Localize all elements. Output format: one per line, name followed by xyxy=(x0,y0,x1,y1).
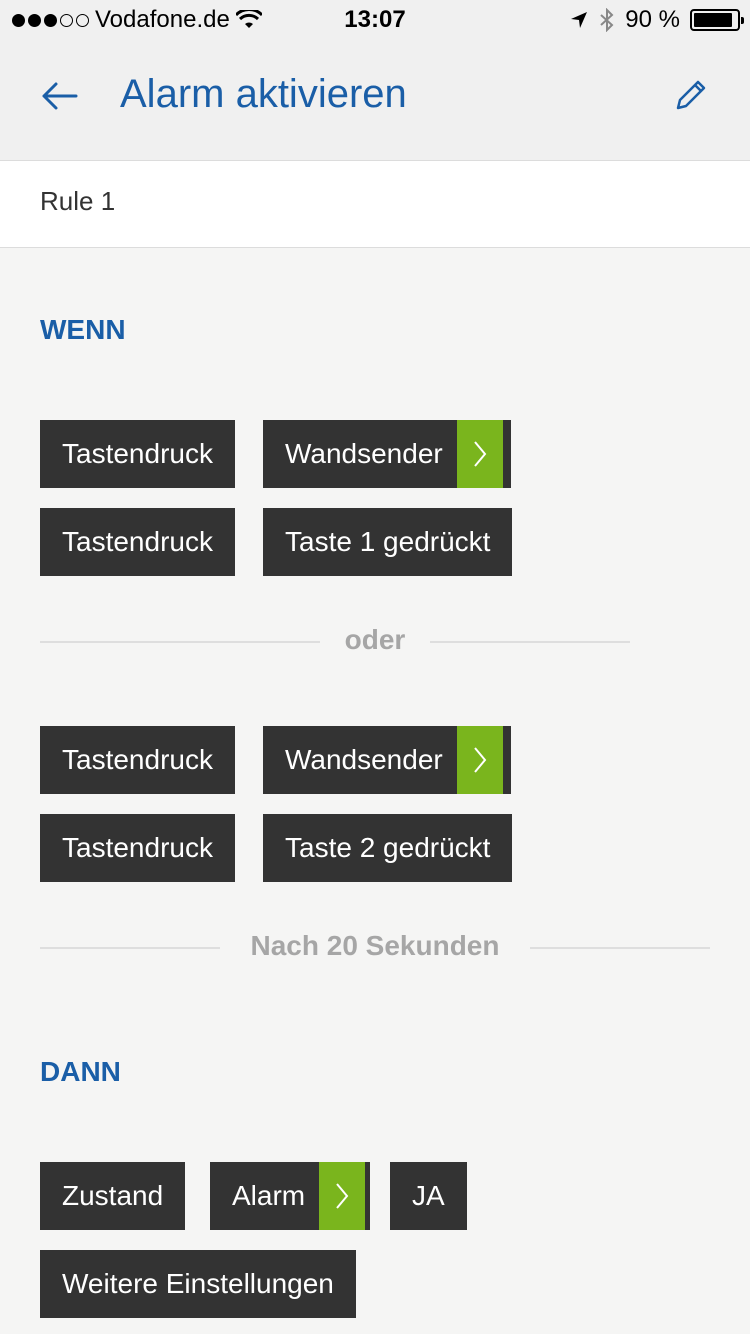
trigger-type-chip[interactable]: Tastendruck xyxy=(40,508,235,576)
rule-name: Rule 1 xyxy=(40,186,116,216)
divider-line xyxy=(40,947,220,949)
location-arrow-icon xyxy=(571,12,588,28)
divider-line xyxy=(530,947,710,949)
trigger-type-chip[interactable]: Tastendruck xyxy=(40,420,235,488)
trigger-device-chip[interactable]: Wandsender xyxy=(263,726,511,794)
trigger-type-chip[interactable]: Tastendruck xyxy=(40,814,235,882)
trigger-type-chip[interactable]: Tastendruck xyxy=(40,726,235,794)
trigger-device-label: Wandsender xyxy=(285,438,443,469)
chevron-right-icon xyxy=(456,726,503,794)
action-target-chip[interactable]: Alarm xyxy=(210,1162,370,1230)
status-bar: Vodafone.de 13:07 90 % xyxy=(0,0,750,40)
dann-heading: DANN xyxy=(40,1056,121,1087)
delay-separator[interactable]: Nach 20 Sekunden xyxy=(220,930,530,962)
action-value-chip[interactable]: JA xyxy=(390,1162,467,1230)
chevron-right-icon xyxy=(319,1162,366,1230)
divider-line xyxy=(430,641,630,643)
or-separator: oder xyxy=(344,624,406,655)
wenn-heading: WENN xyxy=(40,314,126,345)
action-target-label: Alarm xyxy=(232,1180,306,1211)
bluetooth-icon xyxy=(600,8,614,32)
trigger-device-label: Wandsender xyxy=(285,744,443,775)
battery-percent: 90 % xyxy=(625,6,680,33)
page-title: Alarm aktivieren xyxy=(120,72,407,116)
status-right: 90 % xyxy=(569,6,744,34)
trigger-event-chip[interactable]: Taste 2 gedrückt xyxy=(263,814,513,882)
pencil-icon[interactable] xyxy=(670,74,710,118)
trigger-event-chip[interactable]: Taste 1 gedrückt xyxy=(263,508,513,576)
action-state-chip[interactable]: Zustand xyxy=(40,1162,186,1230)
back-arrow-icon[interactable] xyxy=(38,74,82,118)
more-settings-button[interactable]: Weitere Einstellungen xyxy=(40,1250,356,1318)
trigger-device-chip[interactable]: Wandsender xyxy=(263,420,511,488)
battery-icon xyxy=(690,9,744,31)
divider-line xyxy=(40,641,320,643)
chevron-right-icon xyxy=(456,420,503,488)
rule-name-row[interactable]: Rule 1 xyxy=(0,161,750,248)
app-header: Alarm aktivieren xyxy=(0,40,750,161)
